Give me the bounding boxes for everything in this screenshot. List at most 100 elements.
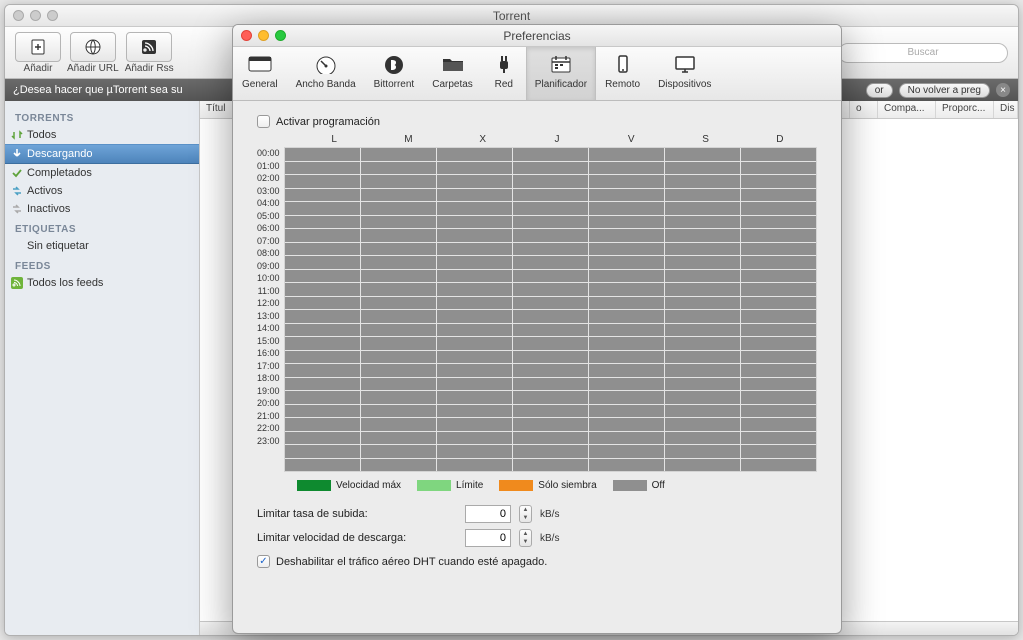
schedule-cell[interactable] bbox=[665, 445, 740, 458]
schedule-cell[interactable] bbox=[665, 189, 740, 202]
schedule-cell[interactable] bbox=[361, 432, 436, 445]
schedule-cell[interactable] bbox=[437, 337, 512, 350]
schedule-cell[interactable] bbox=[513, 391, 588, 404]
schedule-cell[interactable] bbox=[285, 229, 360, 242]
schedule-cell[interactable] bbox=[741, 432, 816, 445]
schedule-grid[interactable] bbox=[284, 147, 817, 472]
schedule-cell[interactable] bbox=[361, 418, 436, 431]
schedule-cell[interactable] bbox=[285, 351, 360, 364]
schedule-cell[interactable] bbox=[665, 243, 740, 256]
sidebar-item-downloading[interactable]: Descargando bbox=[5, 144, 199, 164]
schedule-cell[interactable] bbox=[285, 337, 360, 350]
schedule-cell[interactable] bbox=[741, 189, 816, 202]
schedule-cell[interactable] bbox=[437, 175, 512, 188]
schedule-cell[interactable] bbox=[589, 391, 664, 404]
schedule-cell[interactable] bbox=[665, 162, 740, 175]
schedule-cell[interactable] bbox=[513, 283, 588, 296]
schedule-cell[interactable] bbox=[513, 405, 588, 418]
tab-scheduler[interactable]: Planificador bbox=[526, 47, 596, 100]
tab-folders[interactable]: Carpetas bbox=[423, 47, 482, 100]
schedule-cell[interactable] bbox=[665, 175, 740, 188]
schedule-cell[interactable] bbox=[513, 432, 588, 445]
schedule-cell[interactable] bbox=[589, 229, 664, 242]
schedule-cell[interactable] bbox=[589, 189, 664, 202]
notice-close-icon[interactable]: × bbox=[996, 83, 1010, 97]
schedule-cell[interactable] bbox=[437, 405, 512, 418]
schedule-cell[interactable] bbox=[285, 378, 360, 391]
sidebar-item-nolabel[interactable]: Sin etiquetar bbox=[5, 237, 199, 255]
schedule-cell[interactable] bbox=[513, 189, 588, 202]
schedule-cell[interactable] bbox=[665, 459, 740, 472]
schedule-cell[interactable] bbox=[741, 337, 816, 350]
schedule-cell[interactable] bbox=[741, 378, 816, 391]
schedule-cell[interactable] bbox=[665, 310, 740, 323]
schedule-cell[interactable] bbox=[665, 378, 740, 391]
add-url-button[interactable] bbox=[70, 32, 116, 62]
schedule-cell[interactable] bbox=[589, 364, 664, 377]
schedule-cell[interactable] bbox=[513, 256, 588, 269]
schedule-cell[interactable] bbox=[285, 148, 360, 161]
schedule-cell[interactable] bbox=[361, 310, 436, 323]
schedule-cell[interactable] bbox=[513, 162, 588, 175]
schedule-cell[interactable] bbox=[589, 162, 664, 175]
schedule-cell[interactable] bbox=[361, 297, 436, 310]
schedule-cell[interactable] bbox=[513, 378, 588, 391]
schedule-cell[interactable] bbox=[437, 459, 512, 472]
schedule-cell[interactable] bbox=[437, 391, 512, 404]
schedule-cell[interactable] bbox=[589, 405, 664, 418]
schedule-cell[interactable] bbox=[361, 216, 436, 229]
schedule-cell[interactable] bbox=[285, 162, 360, 175]
schedule-cell[interactable] bbox=[513, 270, 588, 283]
schedule-cell[interactable] bbox=[741, 216, 816, 229]
schedule-cell[interactable] bbox=[741, 445, 816, 458]
schedule-cell[interactable] bbox=[437, 445, 512, 458]
schedule-cell[interactable] bbox=[513, 445, 588, 458]
schedule-cell[interactable] bbox=[437, 256, 512, 269]
schedule-cell[interactable] bbox=[437, 378, 512, 391]
schedule-cell[interactable] bbox=[741, 351, 816, 364]
schedule-cell[interactable] bbox=[285, 297, 360, 310]
schedule-cell[interactable] bbox=[741, 324, 816, 337]
upload-stepper[interactable]: ▲▼ bbox=[519, 505, 532, 523]
schedule-cell[interactable] bbox=[361, 405, 436, 418]
schedule-cell[interactable] bbox=[285, 202, 360, 215]
schedule-cell[interactable] bbox=[665, 432, 740, 445]
schedule-cell[interactable] bbox=[665, 283, 740, 296]
schedule-cell[interactable] bbox=[665, 216, 740, 229]
schedule-cell[interactable] bbox=[589, 283, 664, 296]
schedule-cell[interactable] bbox=[589, 324, 664, 337]
schedule-cell[interactable] bbox=[513, 229, 588, 242]
schedule-cell[interactable] bbox=[361, 378, 436, 391]
schedule-cell[interactable] bbox=[741, 270, 816, 283]
schedule-cell[interactable] bbox=[437, 243, 512, 256]
schedule-cell[interactable] bbox=[361, 270, 436, 283]
schedule-cell[interactable] bbox=[437, 310, 512, 323]
schedule-cell[interactable] bbox=[589, 310, 664, 323]
schedule-cell[interactable] bbox=[513, 310, 588, 323]
sidebar-item-allfeeds[interactable]: Todos los feeds bbox=[5, 274, 199, 292]
schedule-cell[interactable] bbox=[665, 418, 740, 431]
sidebar-item-active[interactable]: Activos bbox=[5, 182, 199, 200]
schedule-cell[interactable] bbox=[437, 162, 512, 175]
schedule-cell[interactable] bbox=[361, 337, 436, 350]
dht-checkbox[interactable]: ✓ bbox=[257, 555, 270, 568]
schedule-cell[interactable] bbox=[741, 418, 816, 431]
schedule-cell[interactable] bbox=[285, 283, 360, 296]
download-limit-field[interactable] bbox=[465, 529, 511, 547]
schedule-cell[interactable] bbox=[513, 216, 588, 229]
schedule-cell[interactable] bbox=[741, 256, 816, 269]
schedule-cell[interactable] bbox=[741, 175, 816, 188]
schedule-cell[interactable] bbox=[285, 216, 360, 229]
notice-btn-1[interactable]: or bbox=[866, 83, 893, 98]
col-ratio[interactable]: Proporc... bbox=[936, 101, 994, 118]
tab-bandwidth[interactable]: Ancho Banda bbox=[287, 47, 365, 100]
schedule-cell[interactable] bbox=[437, 364, 512, 377]
schedule-cell[interactable] bbox=[361, 162, 436, 175]
schedule-cell[interactable] bbox=[437, 148, 512, 161]
schedule-cell[interactable] bbox=[741, 229, 816, 242]
schedule-cell[interactable] bbox=[665, 405, 740, 418]
tab-general[interactable]: General bbox=[233, 47, 287, 100]
schedule-cell[interactable] bbox=[513, 459, 588, 472]
tab-bittorrent[interactable]: Bittorrent bbox=[365, 47, 424, 100]
upload-limit-field[interactable] bbox=[465, 505, 511, 523]
